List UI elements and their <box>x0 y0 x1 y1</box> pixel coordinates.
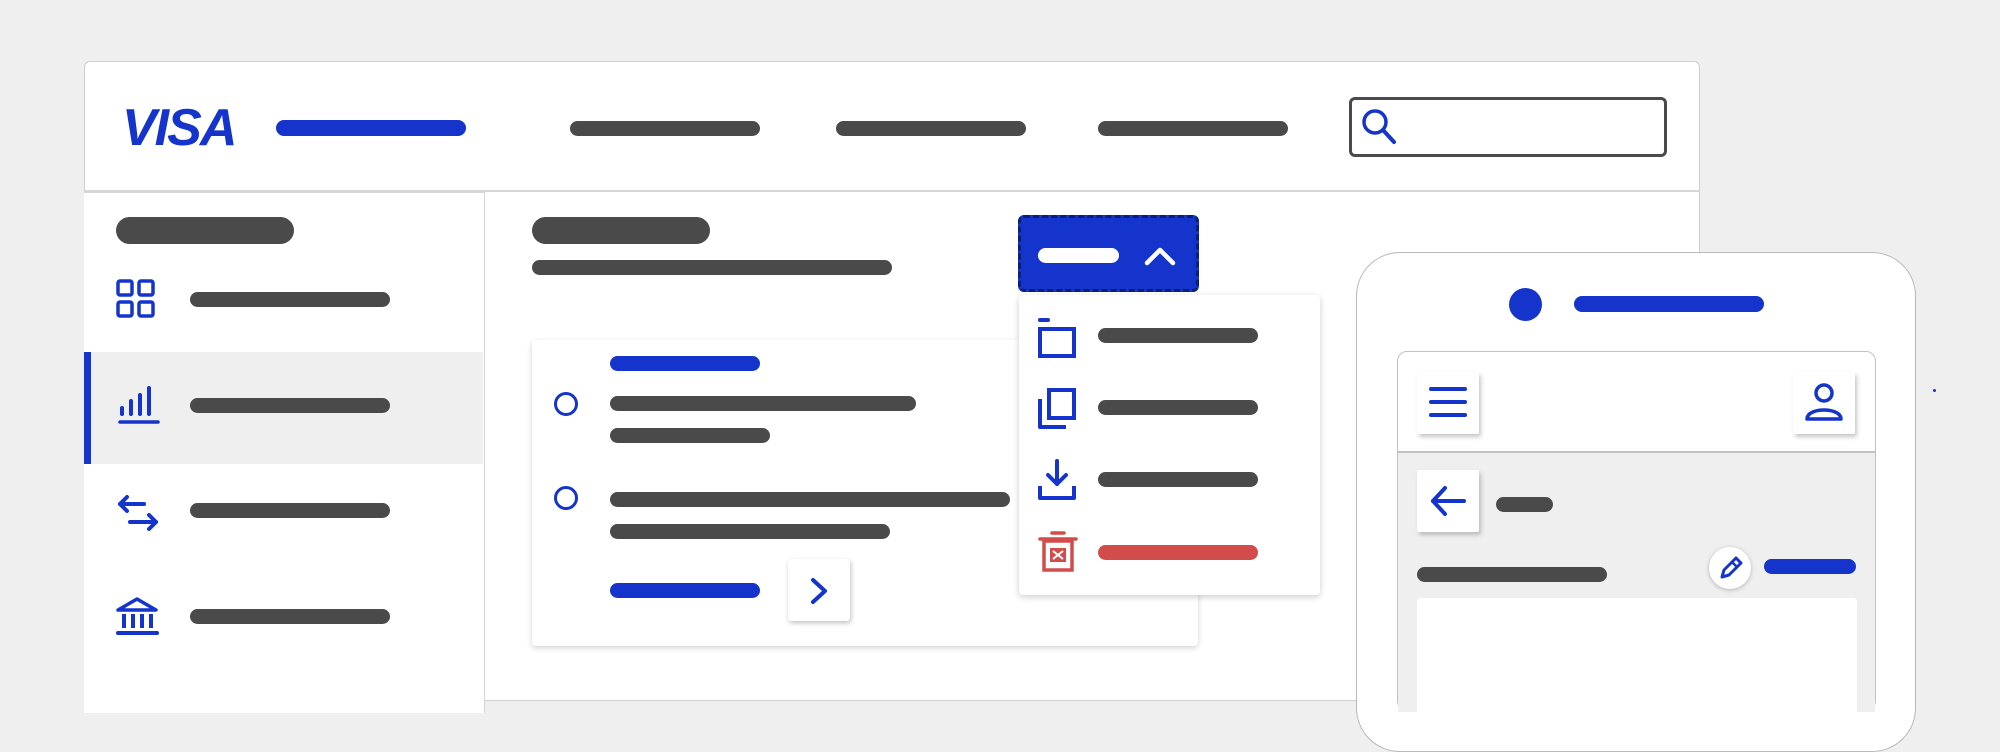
bar-chart-icon <box>118 386 160 424</box>
phone-topbar-divider <box>1398 451 1875 453</box>
menu-item-label-danger <box>1098 545 1258 560</box>
menu-item-label <box>1098 472 1258 487</box>
chevron-up-icon <box>1144 247 1176 266</box>
phone-camera-dot <box>1509 288 1542 321</box>
menu-item-label <box>1098 400 1258 415</box>
dropdown-label-placeholder <box>1038 248 1119 263</box>
visa-logo[interactable]: VISA <box>122 100 252 156</box>
menu-icon <box>1429 387 1467 417</box>
sidebar-item-label <box>190 609 390 624</box>
radio-option-1[interactable] <box>554 392 578 416</box>
page-subtitle-placeholder <box>532 260 892 275</box>
brand-name-placeholder <box>276 120 466 136</box>
card-link-placeholder[interactable] <box>610 583 760 598</box>
card-heading-placeholder <box>610 356 760 371</box>
menu-item-label <box>1098 328 1258 343</box>
phone-text-field[interactable] <box>1417 598 1857 718</box>
user-icon <box>1805 383 1843 421</box>
edit-link-placeholder[interactable] <box>1764 559 1856 574</box>
download-icon <box>1038 459 1076 500</box>
dashboard-grid-icon <box>116 279 155 318</box>
chevron-right-icon <box>811 578 827 604</box>
option-2-title <box>610 492 1010 507</box>
back-arrow-icon <box>1431 486 1466 516</box>
search-icon <box>1362 109 1396 144</box>
nav-link-1[interactable] <box>570 121 760 136</box>
sidebar-title-placeholder <box>116 217 294 244</box>
phone-brand-placeholder <box>1574 296 1764 312</box>
bank-icon <box>116 597 159 635</box>
delete-icon <box>1038 531 1078 572</box>
transfer-arrows-icon <box>118 495 158 531</box>
option-2-detail <box>610 524 890 539</box>
archive-icon <box>1038 318 1076 358</box>
sidebar-item-label <box>190 503 390 518</box>
sidebar-item-label <box>190 292 390 307</box>
sidebar-item-label <box>190 398 390 413</box>
decorative-dot <box>1933 389 1936 392</box>
pencil-icon <box>1720 556 1743 579</box>
radio-option-2[interactable] <box>554 486 578 510</box>
nav-link-3[interactable] <box>1098 121 1288 136</box>
option-1-title <box>610 396 916 411</box>
page-title-placeholder <box>532 217 710 244</box>
phone-field-label-placeholder <box>1417 567 1607 582</box>
copy-icon <box>1038 388 1076 429</box>
option-1-detail <box>610 428 770 443</box>
nav-link-2[interactable] <box>836 121 1026 136</box>
phone-page-title-placeholder <box>1496 497 1553 512</box>
